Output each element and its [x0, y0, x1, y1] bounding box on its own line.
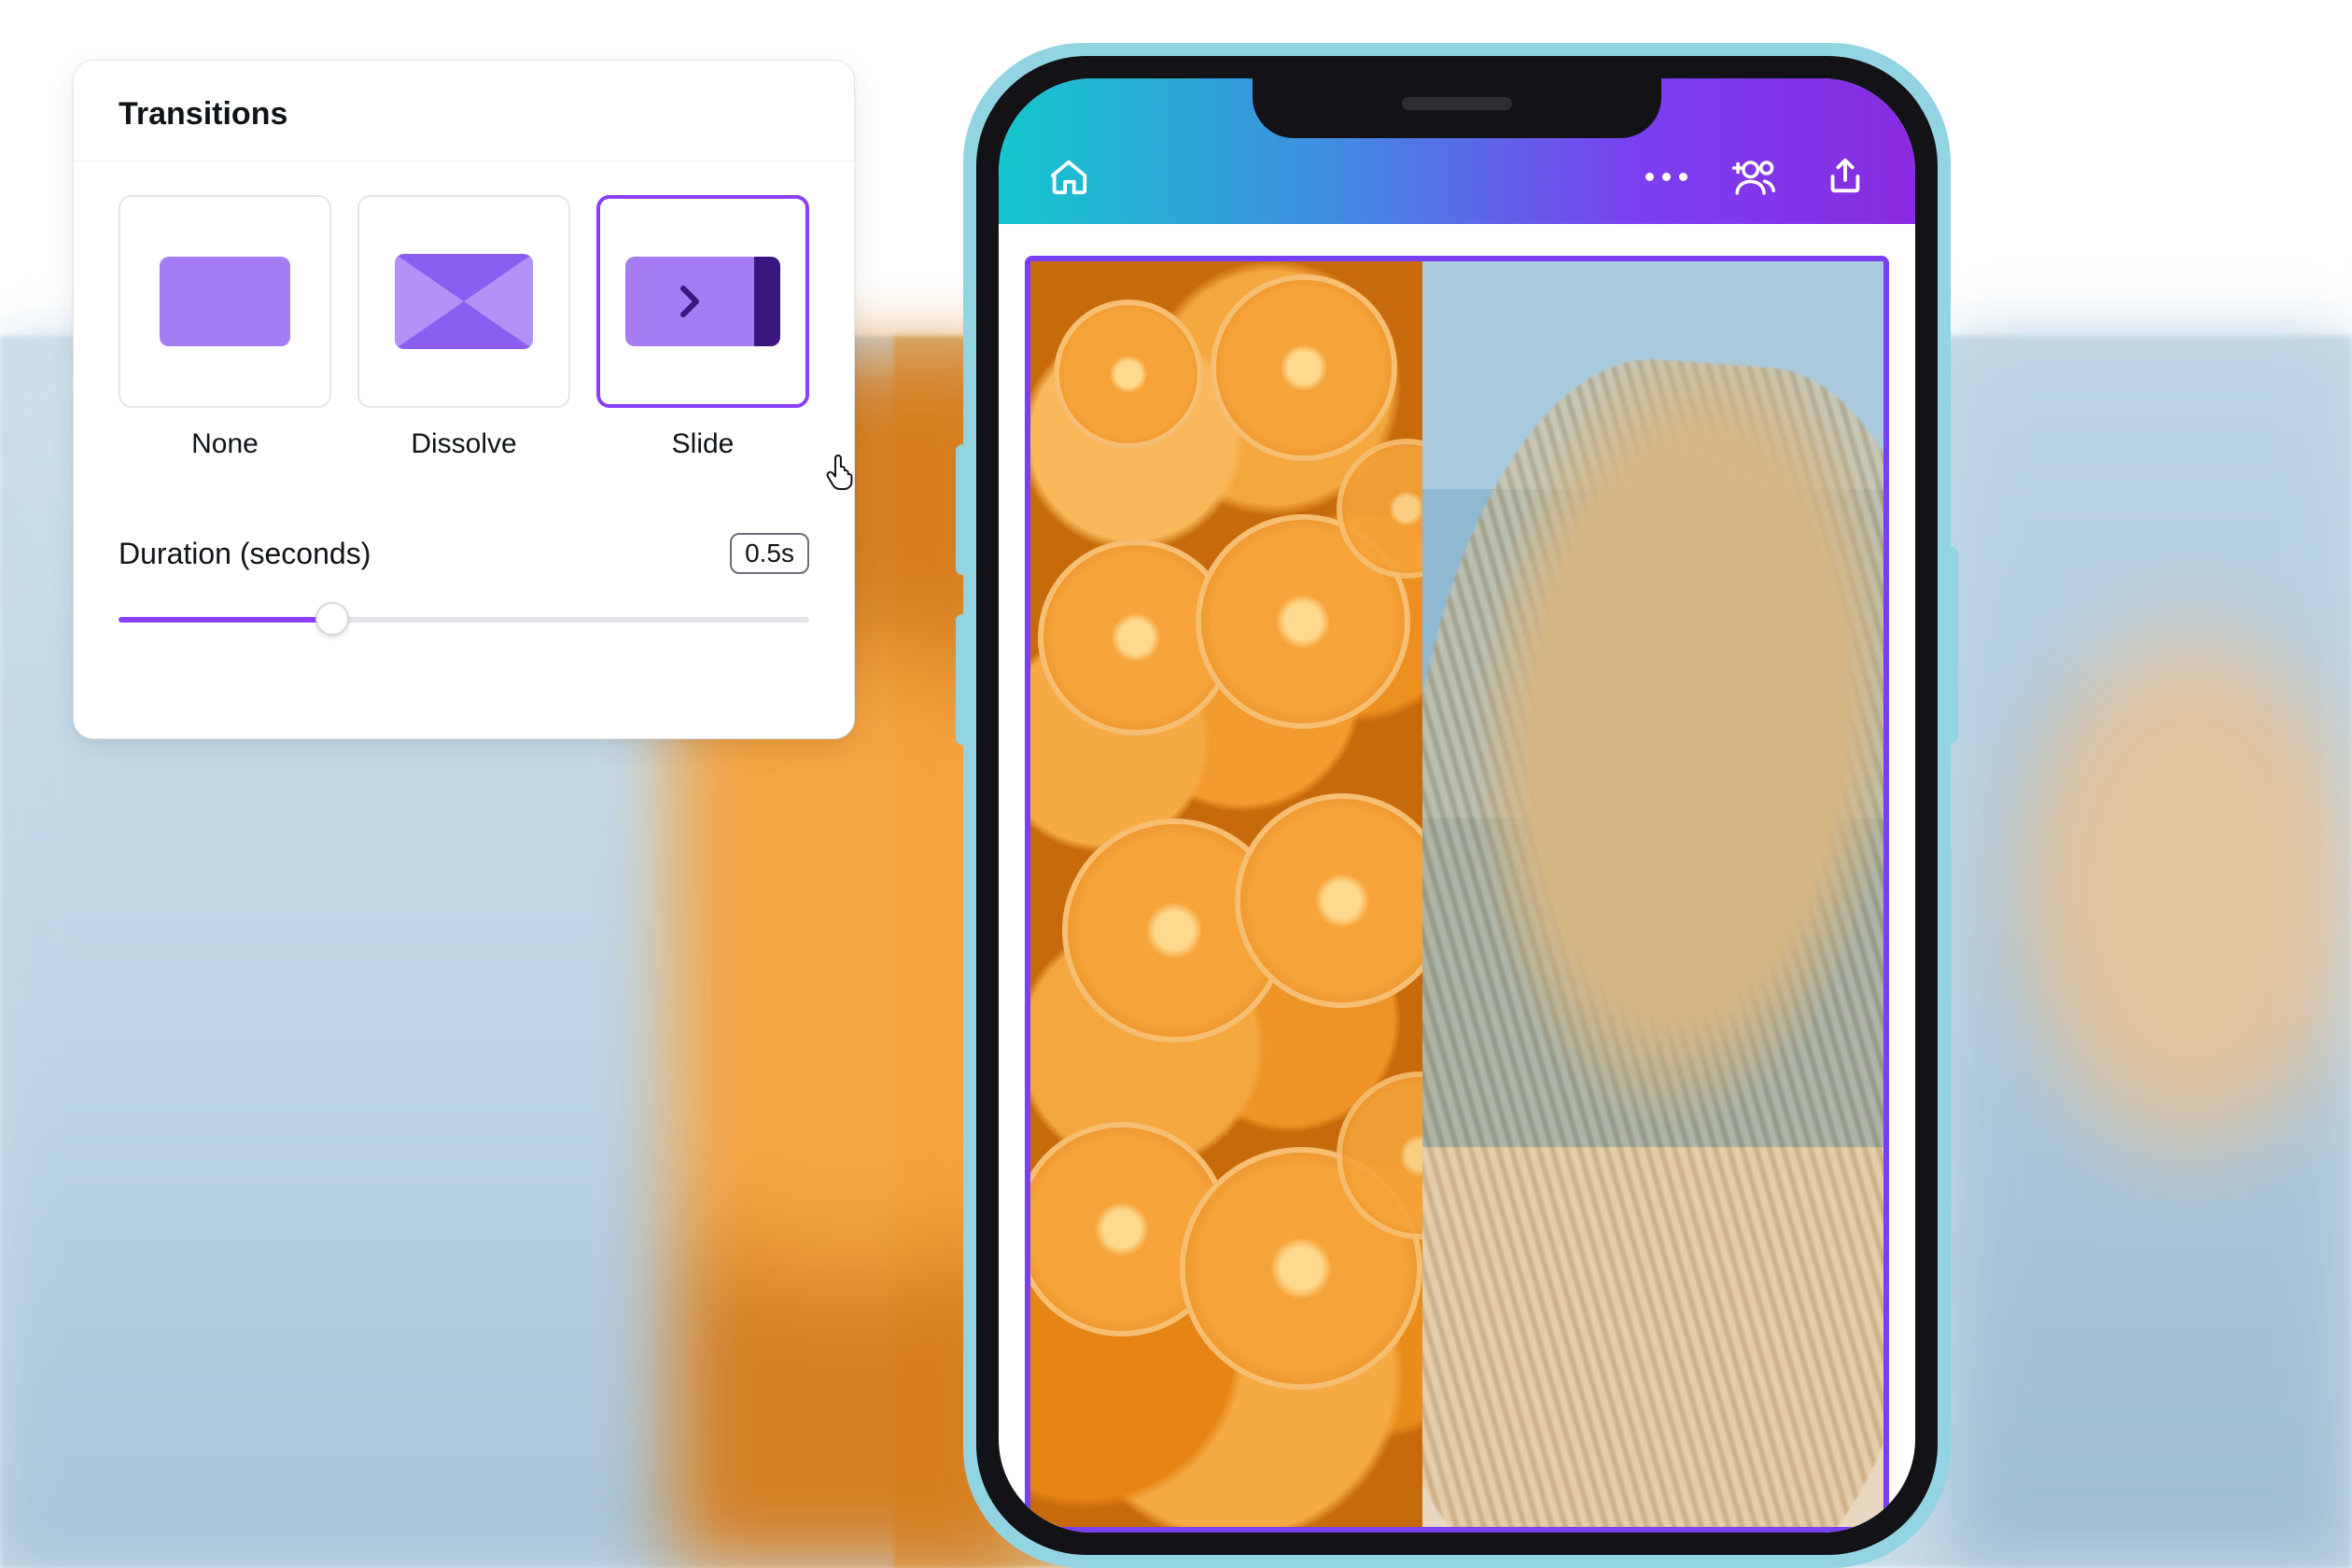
canvas-image-woman-hair: [1422, 344, 1883, 1527]
background-right-blur: [1951, 336, 2352, 1568]
duration-value-box[interactable]: 0.5s: [730, 533, 809, 574]
transition-option-dissolve: Dissolve: [357, 195, 570, 460]
more-icon[interactable]: [1645, 173, 1687, 181]
transitions-panel-body: None Dissolve: [74, 161, 854, 675]
dissolve-icon: [395, 254, 533, 349]
transition-option-none-tile[interactable]: [119, 195, 331, 408]
phone-screen: [999, 78, 1915, 1533]
transition-options-row: None Dissolve: [119, 195, 809, 460]
duration-slider-thumb[interactable]: [315, 602, 349, 636]
duration-slider[interactable]: [119, 600, 809, 637]
phone-mockup: [963, 43, 1951, 1568]
duration-row: Duration (seconds) 0.5s: [119, 533, 809, 574]
hand-pointer-icon: [825, 453, 859, 490]
transitions-panel-header: Transitions: [74, 61, 854, 161]
transition-option-slide: Slide: [596, 195, 809, 460]
transitions-panel-title: Transitions: [119, 96, 809, 133]
share-icon[interactable]: [1824, 155, 1867, 198]
duration-slider-fill: [119, 617, 332, 623]
transition-option-none: None: [119, 195, 331, 460]
appbar-right-group: [1645, 155, 1867, 198]
slide-icon: [625, 257, 780, 346]
editor-canvas-selection[interactable]: [1025, 256, 1889, 1533]
phone-body-frame: [976, 56, 1938, 1555]
transition-option-slide-label: Slide: [596, 428, 809, 460]
transition-option-slide-tile[interactable]: [596, 195, 809, 408]
appbar-left-group: [1047, 155, 1090, 198]
transition-option-none-label: None: [119, 428, 331, 460]
none-icon: [160, 257, 290, 346]
transition-option-dissolve-tile[interactable]: [357, 195, 570, 408]
add-people-icon[interactable]: [1730, 156, 1781, 197]
duration-label: Duration (seconds): [119, 537, 371, 571]
phone-speaker: [1402, 97, 1512, 110]
transition-option-dissolve-label: Dissolve: [357, 428, 570, 460]
chevron-right-icon: [678, 283, 704, 320]
canvas-image-woman-beach: [1422, 261, 1883, 1527]
phone-outer-case: [963, 43, 1951, 1568]
transitions-panel: Transitions None Dissolve: [73, 60, 855, 739]
phone-notch: [1253, 69, 1661, 138]
home-icon[interactable]: [1047, 155, 1090, 198]
canvas-image-oranges: [1030, 261, 1422, 1527]
